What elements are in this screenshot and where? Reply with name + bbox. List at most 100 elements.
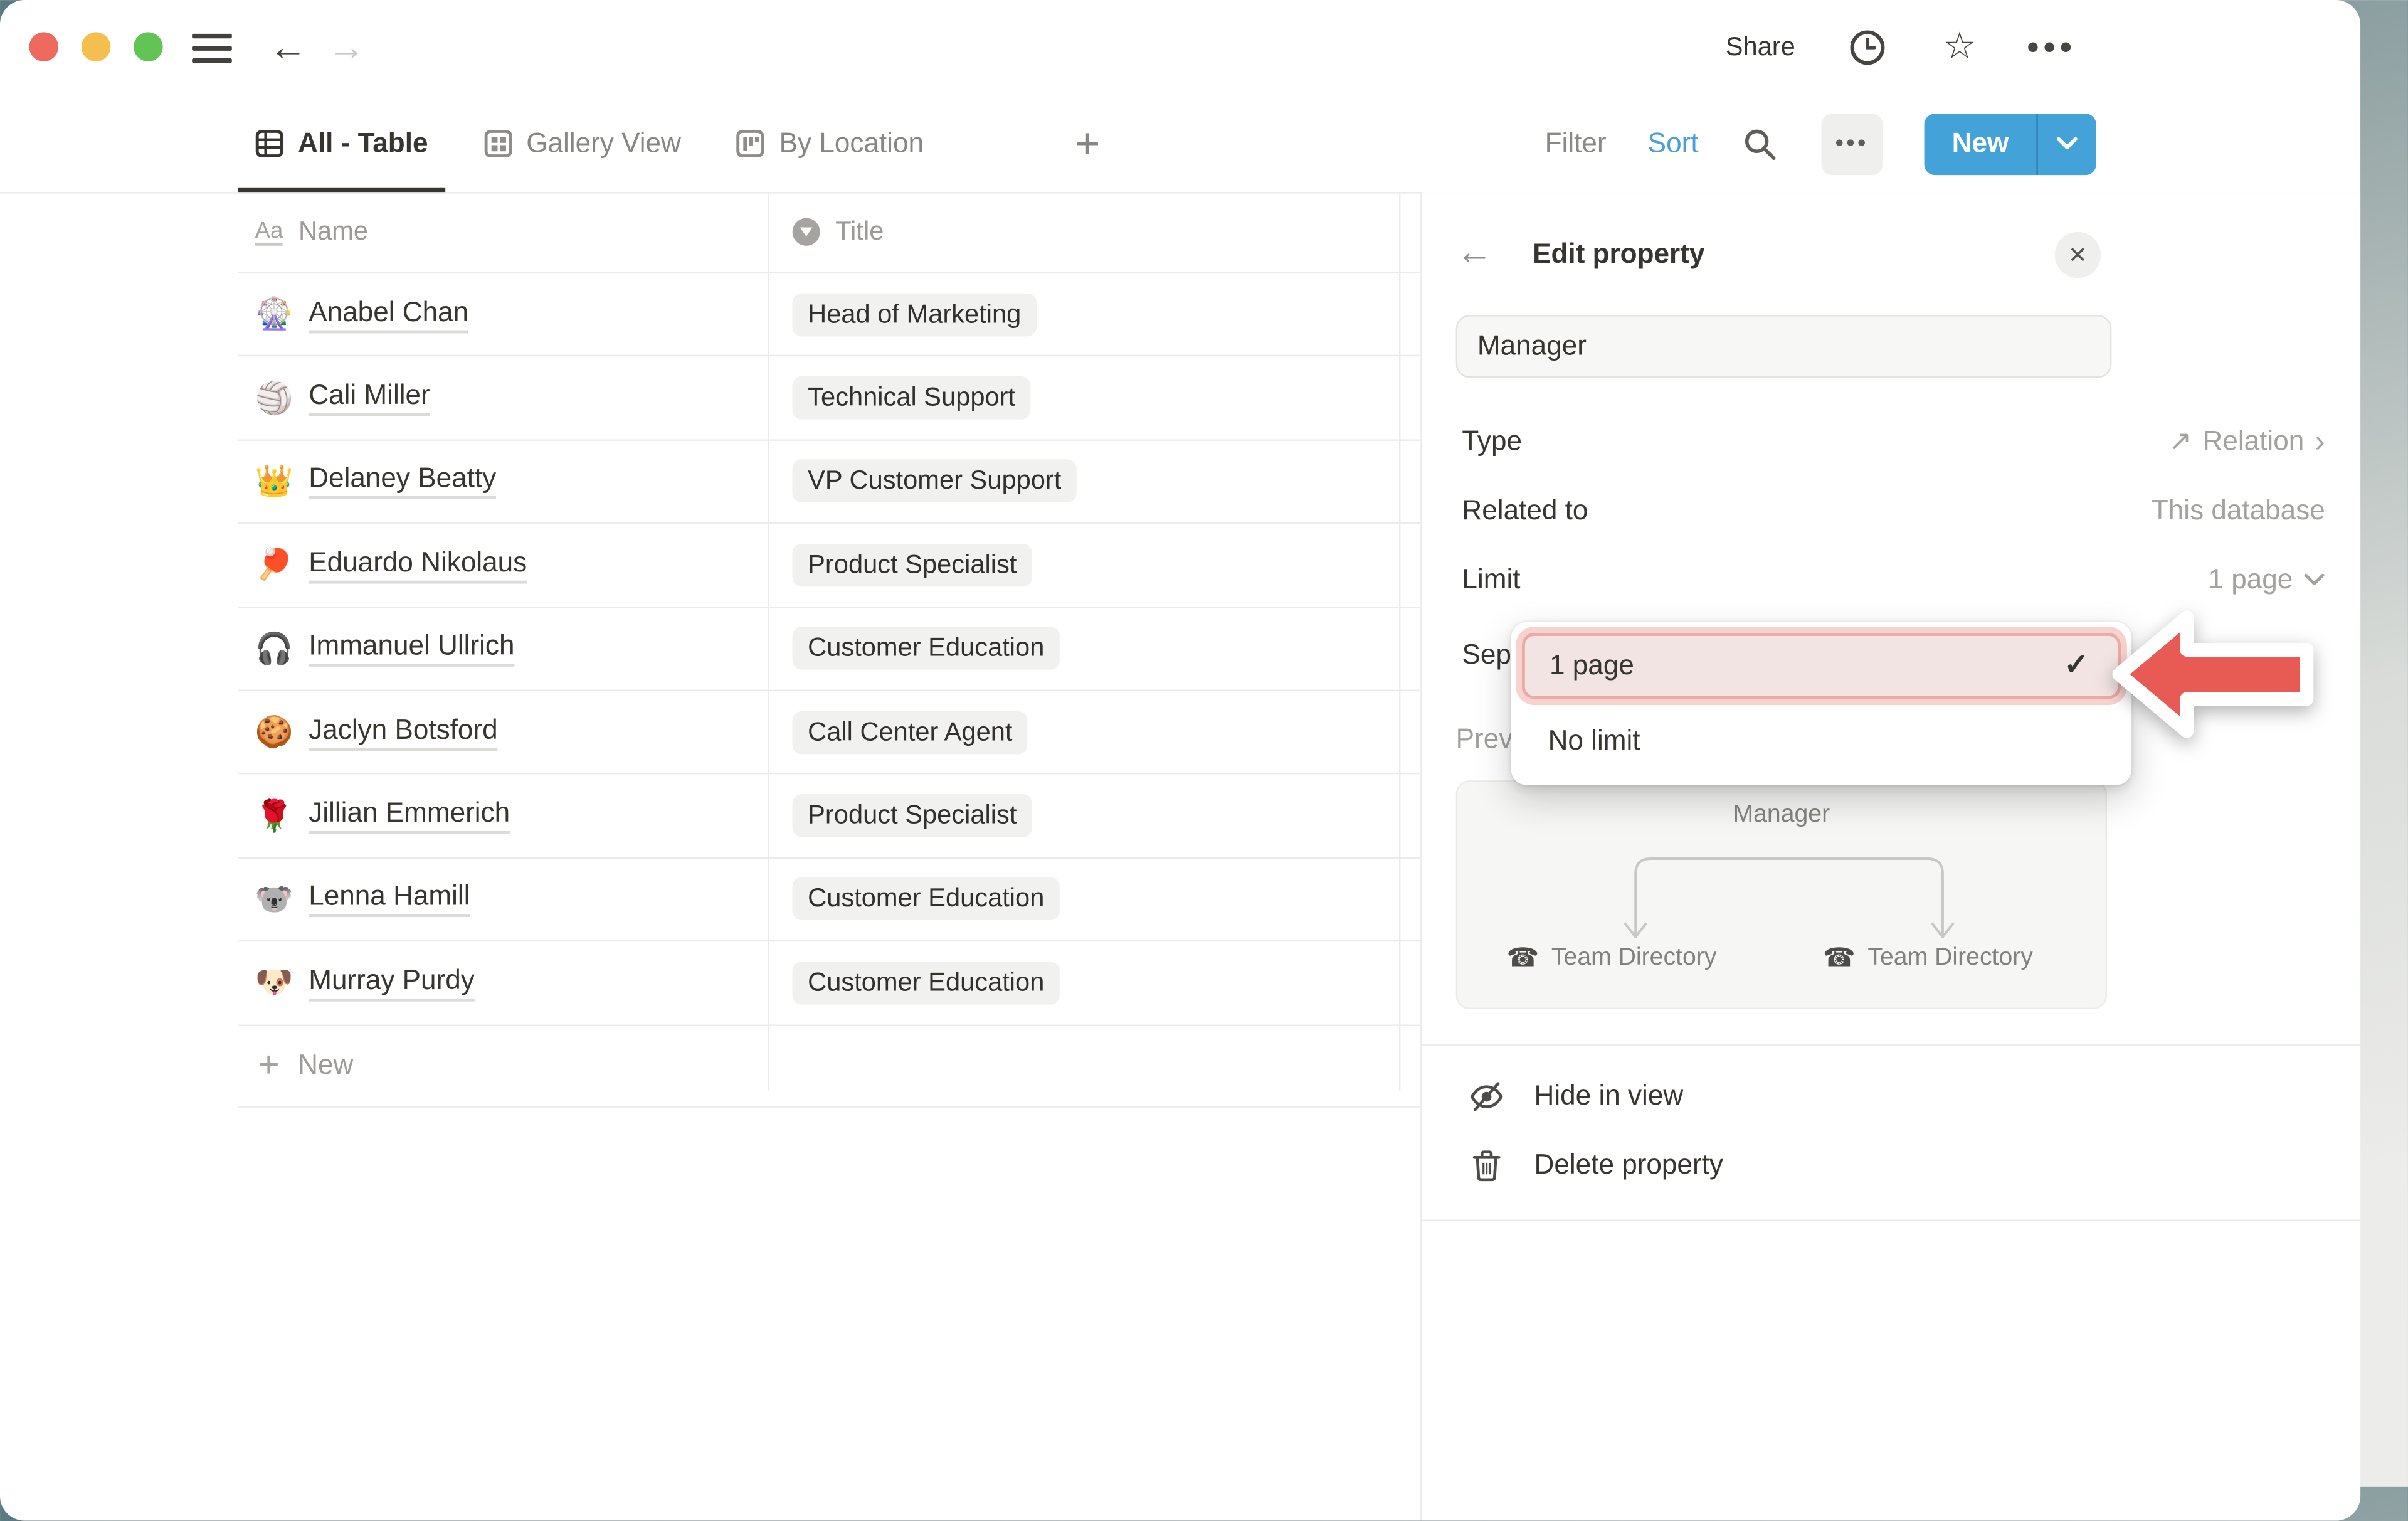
table-row: 🌹Jillian Emmerich Product Specialist: [238, 775, 1421, 858]
eye-off-icon: [1468, 1078, 1505, 1115]
new-row-button[interactable]: + New: [238, 1025, 1421, 1107]
dropdown-option-label: No limit: [1548, 725, 1640, 757]
name-cell[interactable]: 🎧Immanuel Ullrich: [238, 629, 768, 667]
person-name-link[interactable]: Delaney Beatty: [309, 463, 496, 500]
close-window-button[interactable]: [29, 32, 59, 61]
new-button[interactable]: New: [1925, 113, 2096, 174]
view-options-button[interactable]: •••: [1821, 113, 1883, 174]
property-value: 1 page: [2208, 564, 2325, 596]
view-tab-label: Gallery View: [526, 127, 681, 159]
title-cell[interactable]: Product Specialist: [768, 794, 1399, 837]
filter-button[interactable]: Filter: [1545, 127, 1607, 159]
obscured-label: Prev: [1456, 723, 1513, 755]
dropdown-option-1-page[interactable]: 1 page ✓: [1522, 633, 2121, 699]
name-cell[interactable]: 🏐 Cali Miller: [238, 379, 768, 417]
property-name-input[interactable]: [1456, 315, 2112, 378]
title-select-chip: Product Specialist: [793, 794, 1032, 837]
row-emoji-icon: 🏓: [255, 546, 292, 584]
dropdown-option-label: 1 page: [1550, 650, 1634, 682]
property-row-type[interactable]: Type↗Relation›: [1422, 407, 2360, 476]
preview-root-label: Manager: [1457, 802, 2105, 829]
check-icon: ✓: [2064, 648, 2089, 683]
clock-icon[interactable]: [1847, 28, 1888, 68]
row-emoji-icon: 🏐: [255, 379, 292, 417]
title-cell[interactable]: Customer Education: [768, 962, 1399, 1005]
view-tab-bar: All - Table Gallery View By Location + Fil…: [0, 95, 2360, 194]
gallery-view-icon: [483, 129, 513, 159]
name-cell[interactable]: 🐨 Lenna Hamill: [238, 880, 768, 918]
person-name-link[interactable]: Lenna Hamill: [309, 881, 470, 918]
person-name-link[interactable]: Anabel Chan: [309, 296, 468, 333]
table-view-icon: [255, 129, 285, 159]
property-value-text: 1 page: [2208, 564, 2293, 596]
relation-preview-card: Manager ☎Team Directory☎Team Directory: [1456, 780, 2107, 1009]
title-cell[interactable]: VP Customer Support: [768, 460, 1399, 503]
person-name-link[interactable]: Eduardo Nikolaus: [309, 546, 527, 583]
star-icon[interactable]: ☆: [1940, 28, 1980, 68]
fullscreen-window-button[interactable]: [134, 32, 163, 61]
name-cell[interactable]: 🐶Murray Purdy: [238, 963, 768, 1002]
view-tab-all-table[interactable]: All - Table: [255, 95, 428, 192]
person-name-link[interactable]: Immanuel Ullrich: [309, 630, 514, 667]
plus-icon: +: [258, 1044, 279, 1087]
forward-arrow-icon[interactable]: →: [327, 26, 366, 70]
person-name-link[interactable]: Cali Miller: [309, 379, 430, 416]
property-value-text: This database: [2152, 495, 2325, 527]
column-header-title[interactable]: Title: [768, 216, 1399, 247]
title-select-chip: Product Specialist: [793, 544, 1032, 587]
property-row-limit[interactable]: Limit 1 page: [1422, 545, 2360, 614]
row-emoji-icon: 🍪: [255, 713, 292, 751]
table-row: 🏓 Eduardo Nikolaus Product Specialist: [238, 524, 1421, 608]
preview-page-label: Team Directory: [1867, 945, 2032, 972]
column-divider: [1399, 192, 1400, 1090]
back-arrow-icon[interactable]: ←: [269, 26, 307, 70]
name-cell[interactable]: 🎡Anabel Chan: [238, 295, 768, 334]
name-cell[interactable]: 🍪 Jaclyn Botsford: [238, 713, 768, 751]
hide-in-view-button[interactable]: Hide in view: [1422, 1061, 2360, 1130]
title-select-chip: Customer Education: [793, 627, 1060, 670]
preview-connector-lines: [1457, 837, 2108, 945]
new-button-label[interactable]: New: [1925, 113, 2037, 174]
title-cell[interactable]: Call Center Agent: [768, 711, 1399, 754]
action-label: Delete property: [1534, 1149, 1723, 1181]
dropdown-option-no-limit[interactable]: No limit: [1511, 705, 2131, 777]
add-view-button[interactable]: +: [1075, 120, 1100, 169]
row-emoji-icon: 🐨: [255, 880, 292, 918]
name-cell[interactable]: 🌹Jillian Emmerich: [238, 797, 768, 835]
sort-button[interactable]: Sort: [1648, 127, 1699, 159]
view-tab-by-location[interactable]: By Location: [736, 95, 924, 192]
panel-divider: [1422, 1044, 2360, 1046]
phone-icon: ☎: [1823, 943, 1856, 974]
panel-back-button[interactable]: ←: [1456, 232, 1493, 275]
delete-property-button[interactable]: Delete property: [1422, 1130, 2360, 1199]
name-cell[interactable]: 🏓 Eduardo Nikolaus: [238, 546, 768, 584]
title-select-chip: Customer Education: [793, 962, 1060, 1005]
name-cell[interactable]: 👑Delaney Beatty: [238, 462, 768, 501]
person-name-link[interactable]: Murray Purdy: [309, 965, 475, 1002]
title-cell[interactable]: Technical Support: [768, 376, 1399, 420]
title-cell[interactable]: Product Specialist: [768, 544, 1399, 587]
preview-related-page: ☎ Team Directory: [1823, 943, 2033, 974]
property-label: Limit: [1462, 564, 1520, 596]
panel-close-button[interactable]: ✕: [2055, 232, 2101, 278]
phone-icon: ☎: [1506, 943, 1539, 974]
view-tab-gallery-view[interactable]: Gallery View: [483, 95, 681, 192]
title-cell[interactable]: Customer Education: [768, 877, 1399, 921]
column-header-name[interactable]: Aa Name: [238, 216, 768, 247]
person-name-link[interactable]: Jaclyn Botsford: [309, 714, 497, 751]
property-row-related-to[interactable]: Related to This database: [1422, 476, 2360, 545]
title-cell[interactable]: Customer Education: [768, 627, 1399, 670]
hamburger-menu-icon[interactable]: [192, 34, 232, 63]
table-row: 🐨 Lenna Hamill Customer Education: [238, 858, 1421, 941]
new-dropdown-caret[interactable]: [2036, 113, 2096, 174]
minimize-window-button[interactable]: [82, 32, 111, 61]
text-property-icon: Aa: [255, 219, 283, 245]
person-name-link[interactable]: Jillian Emmerich: [309, 797, 510, 834]
search-icon[interactable]: [1740, 124, 1780, 164]
select-property-icon: [793, 218, 820, 246]
title-cell[interactable]: Head of Marketing: [768, 293, 1399, 336]
property-label: Related to: [1462, 495, 1588, 527]
database-table: Aa Name Title 🎡Anabel ChanHead of Market…: [238, 192, 1421, 1106]
share-button[interactable]: Share: [1726, 32, 1795, 63]
ellipsis-icon[interactable]: •••: [2032, 28, 2072, 68]
